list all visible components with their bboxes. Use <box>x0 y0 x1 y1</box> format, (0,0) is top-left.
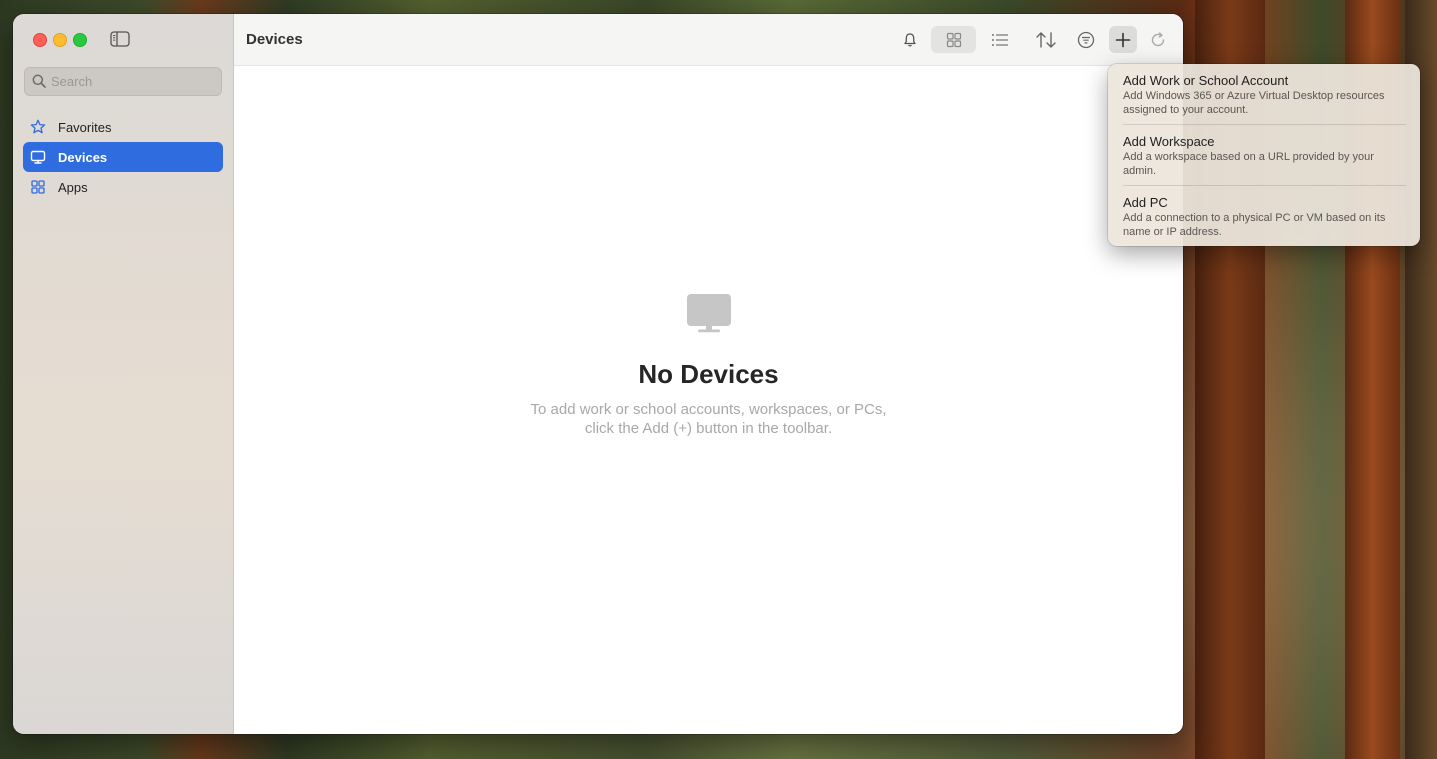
apps-grid-icon <box>30 179 46 195</box>
menu-item-description-line: name or IP address. <box>1123 226 1222 238</box>
menu-item-description-line: assigned to your account. <box>1123 104 1249 116</box>
monitor-icon <box>30 149 46 165</box>
grid-view-button[interactable] <box>931 26 976 53</box>
app-window: Favorites Devices Apps Devices <box>13 14 1183 734</box>
menu-item-title: Add Workspace <box>1123 134 1215 149</box>
sidebar-item-favorites[interactable]: Favorites <box>23 112 223 142</box>
sidebar-item-label: Devices <box>58 149 108 165</box>
sort-icon <box>1036 31 1056 48</box>
empty-state-title: No Devices <box>638 359 779 389</box>
menu-item-description-line: Add a connection to a physical PC or VM … <box>1123 212 1386 224</box>
filter-icon <box>1077 31 1095 48</box>
refresh-button[interactable] <box>1144 26 1172 53</box>
sidebar-item-label: Apps <box>58 179 88 195</box>
list-view-icon <box>992 33 1008 46</box>
menu-item-description: Add a connection to a physical PC or VM … <box>1123 211 1411 239</box>
menu-item-description-line: Add a workspace based on a URL provided … <box>1123 151 1374 163</box>
search-input[interactable] <box>51 68 216 95</box>
empty-state-line: click the Add (+) button in the toolbar. <box>584 420 833 437</box>
sidebar: Favorites Devices Apps <box>13 14 234 734</box>
close-window-button[interactable] <box>33 33 47 47</box>
empty-state-line: To add work or school accounts, workspac… <box>530 401 887 418</box>
menu-separator <box>1123 185 1406 186</box>
menu-item-add-work-account[interactable]: Add Work or School Account Add Windows 3… <box>1123 73 1411 117</box>
toolbar: Devices <box>234 14 1183 66</box>
sidebar-item-apps[interactable]: Apps <box>23 172 223 202</box>
refresh-icon <box>1151 31 1165 46</box>
monitor-icon <box>687 294 731 339</box>
empty-state-description: To add work or school accounts, workspac… <box>234 400 1183 438</box>
grid-view-icon <box>946 32 961 47</box>
menu-item-title: Add Work or School Account <box>1123 73 1289 88</box>
filter-button[interactable] <box>1072 26 1100 53</box>
menu-item-description: Add Windows 365 or Azure Virtual Desktop… <box>1123 89 1411 117</box>
menu-item-add-workspace[interactable]: Add Workspace Add a workspace based on a… <box>1123 134 1411 178</box>
menu-item-description: Add a workspace based on a URL provided … <box>1123 150 1411 178</box>
sidebar-item-devices[interactable]: Devices <box>23 142 223 172</box>
sidebar-toggle-icon[interactable] <box>110 31 130 47</box>
add-menu: Add Work or School Account Add Windows 3… <box>1108 64 1420 246</box>
menu-item-description-line: Add Windows 365 or Azure Virtual Desktop… <box>1123 90 1385 102</box>
menu-item-title: Add PC <box>1123 195 1168 210</box>
menu-item-add-pc[interactable]: Add PC Add a connection to a physical PC… <box>1123 195 1411 239</box>
plus-icon <box>1115 32 1131 47</box>
menu-item-description-line: admin. <box>1123 165 1157 177</box>
star-icon <box>30 119 46 135</box>
sidebar-item-label: Favorites <box>58 119 112 135</box>
minimize-window-button[interactable] <box>53 33 67 47</box>
search-field[interactable] <box>24 67 222 96</box>
page-title: Devices <box>246 31 303 48</box>
list-view-button[interactable] <box>986 26 1014 53</box>
notifications-button[interactable] <box>896 26 924 53</box>
zoom-window-button[interactable] <box>73 33 87 47</box>
search-icon <box>32 74 46 88</box>
sort-button[interactable] <box>1032 26 1060 53</box>
bell-icon <box>904 32 916 47</box>
add-button[interactable] <box>1109 26 1137 53</box>
menu-separator <box>1123 124 1406 125</box>
main-content: Devices No Devices To add work or school… <box>234 14 1183 734</box>
